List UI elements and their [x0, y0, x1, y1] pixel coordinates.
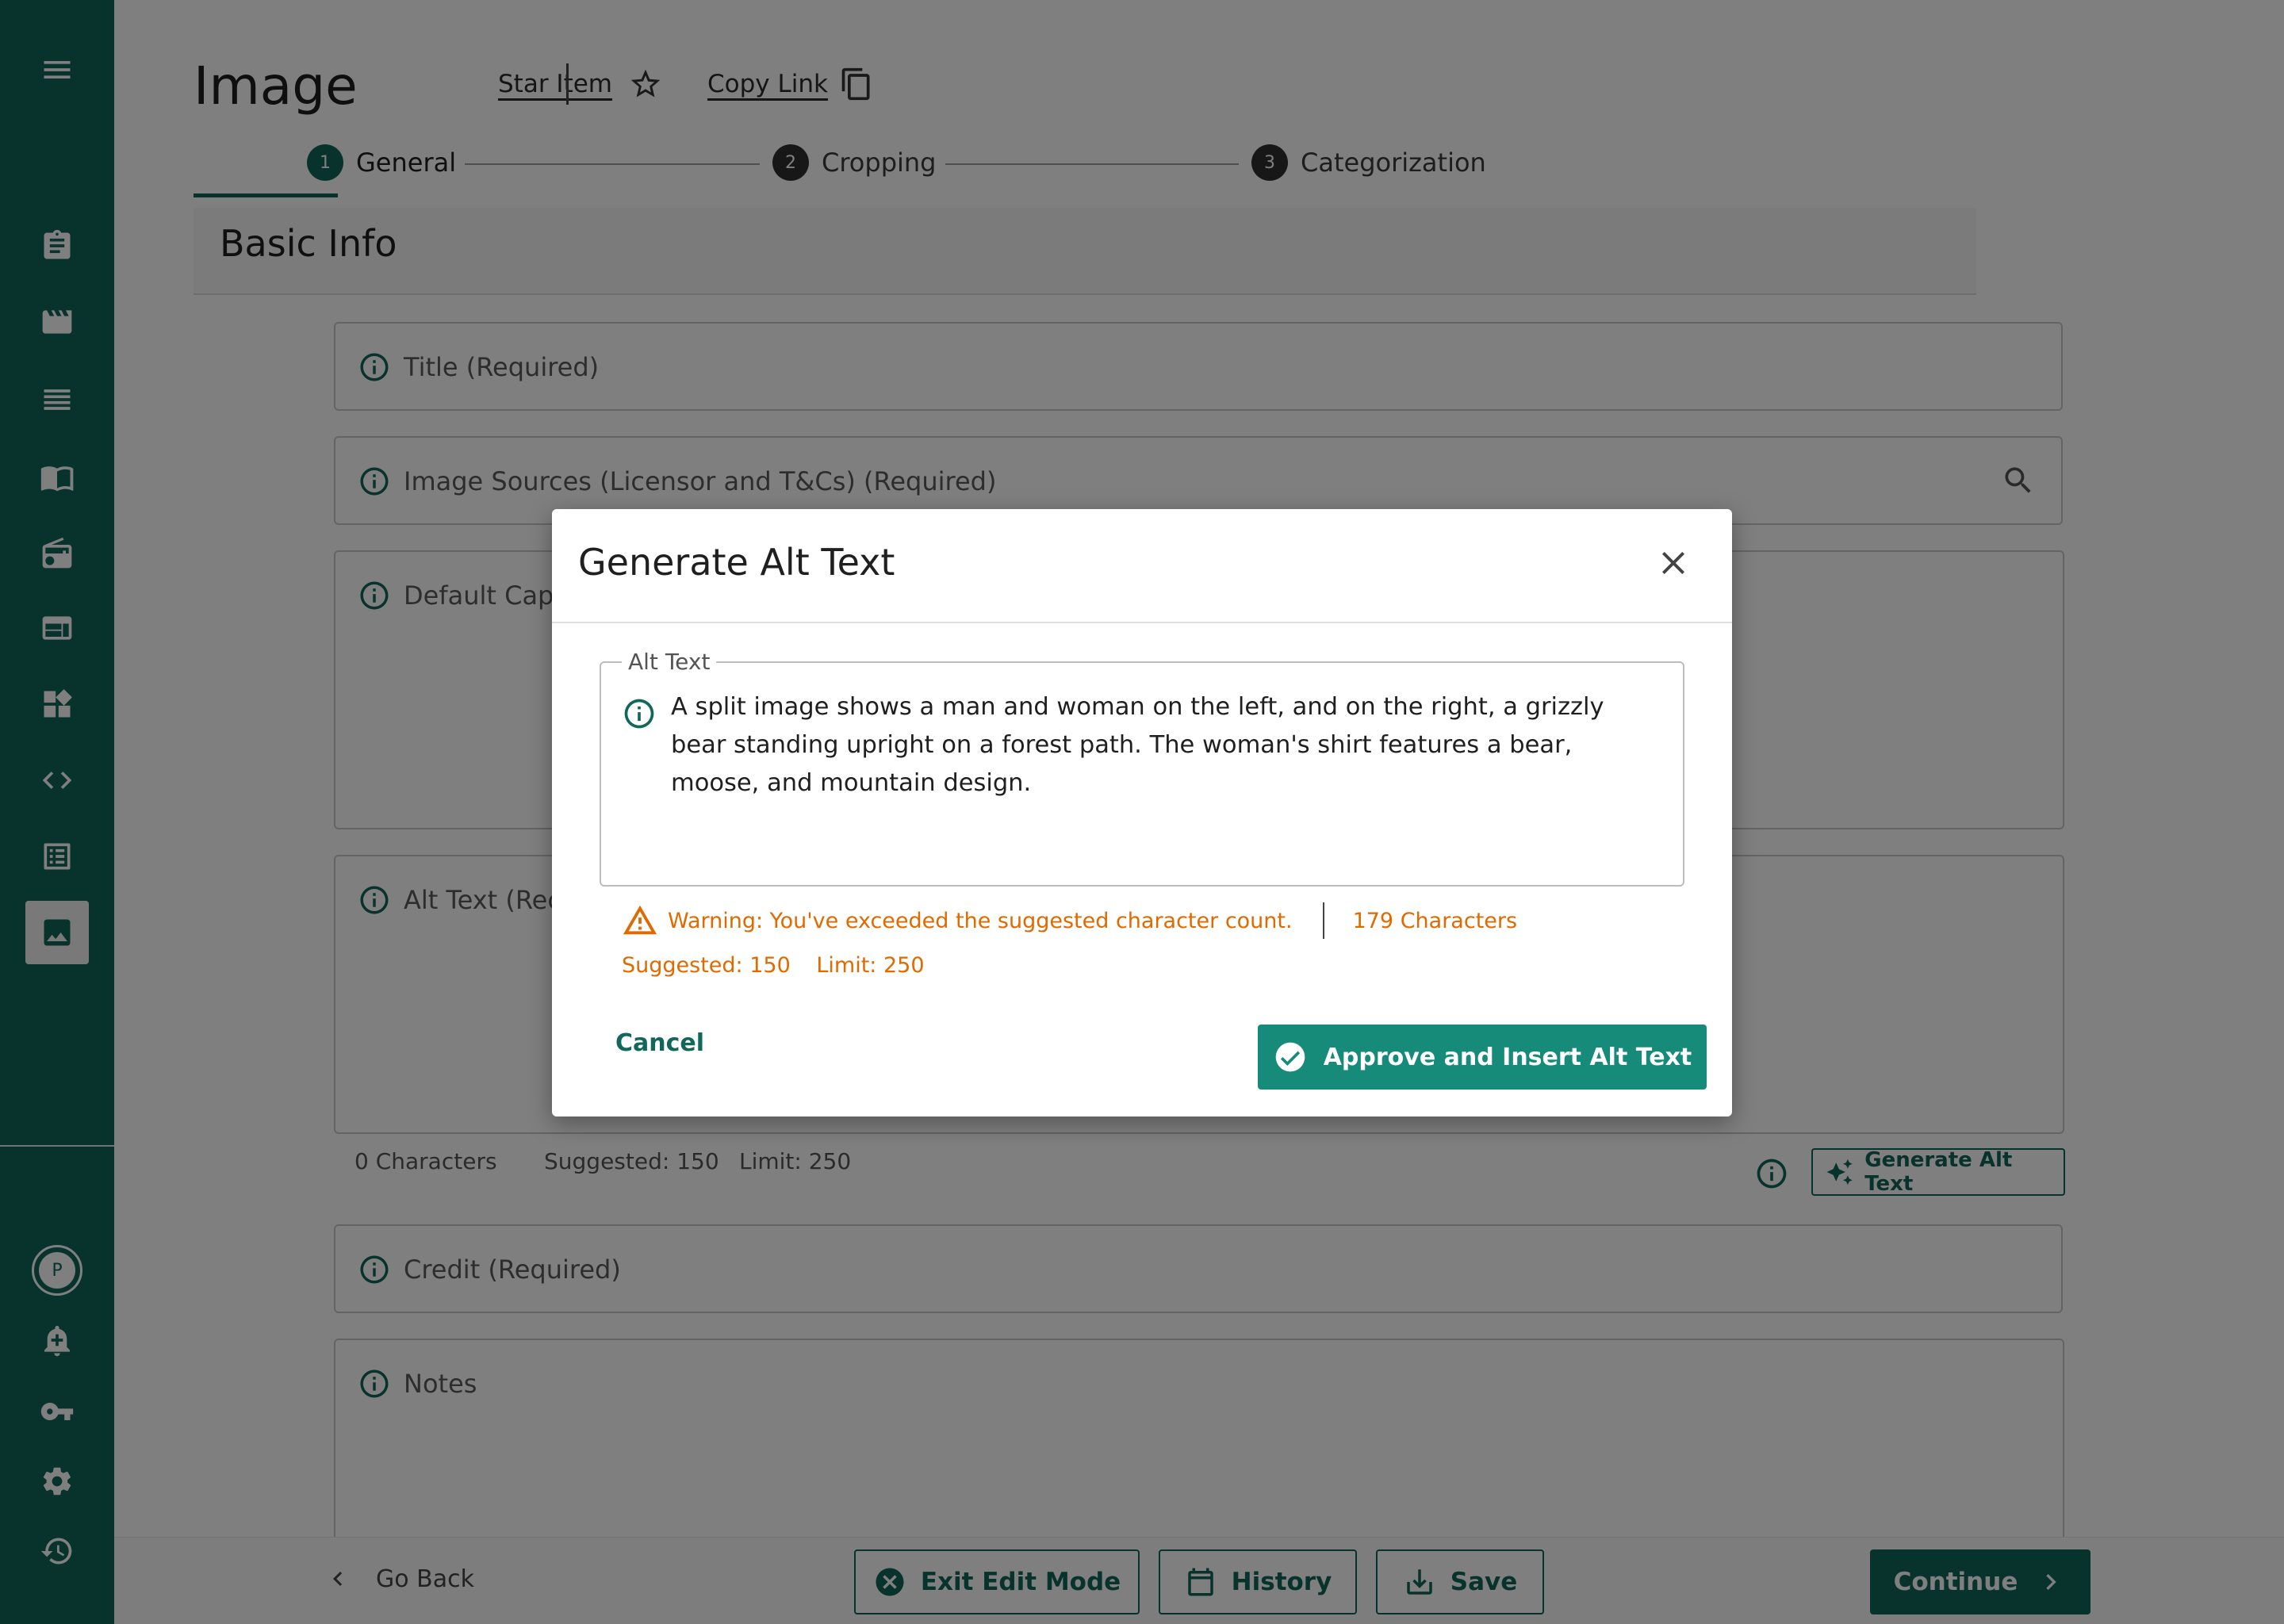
generate-alt-text-dialog: Generate Alt Text Alt Text A split image…	[552, 509, 1732, 1116]
warning-row: Warning: You've exceeded the suggested c…	[622, 901, 1517, 940]
check-circle-icon	[1275, 1042, 1305, 1072]
approve-label: Approve and Insert Alt Text	[1323, 1043, 1692, 1071]
limits-row: Suggested: 150 Limit: 250	[622, 953, 925, 978]
limit-count: Limit: 250	[816, 953, 925, 978]
approve-insert-button[interactable]: Approve and Insert Alt Text	[1258, 1025, 1707, 1090]
dialog-title: Generate Alt Text	[578, 541, 895, 584]
alt-text-label: Alt Text	[622, 649, 717, 675]
character-count: 179 Characters	[1352, 908, 1518, 933]
warning-icon	[623, 905, 657, 935]
info-icon[interactable]	[622, 696, 657, 731]
dialog-divider	[552, 622, 1732, 623]
warning-text: Warning: You've exceeded the suggested c…	[668, 908, 1293, 933]
warning-separator	[1322, 902, 1324, 939]
alt-text-value: A split image shows a man and woman on t…	[671, 693, 1604, 797]
suggested-count: Suggested: 150	[622, 953, 791, 978]
cancel-button[interactable]: Cancel	[615, 1029, 704, 1057]
close-icon[interactable]	[1654, 544, 1692, 582]
alt-text-textarea[interactable]: Alt Text A split image shows a man and w…	[600, 649, 1684, 887]
